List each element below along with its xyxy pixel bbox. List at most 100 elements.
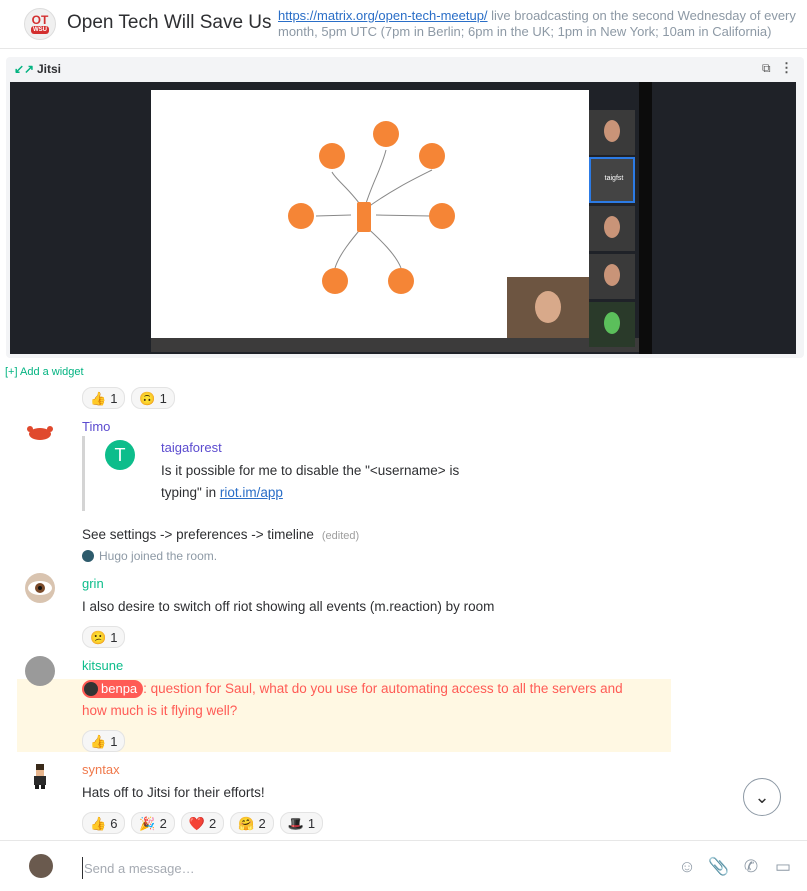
speaker-face [535,291,561,323]
sender-name[interactable]: grin [82,576,104,591]
participant-thumbnail[interactable] [589,302,635,347]
message-input[interactable] [82,857,646,879]
reaction-count: 2 [258,815,266,831]
minimize-icon[interactable]: ↙↗ [14,62,34,76]
message-text: See settings -> preferences -> timeline [82,527,314,542]
reaction-row: 👍 1 🙃 1 [82,387,175,409]
mention-pill[interactable]: benpa [82,680,144,699]
participant-thumbnail[interactable] [589,110,635,155]
video-conference[interactable]: taigfst [10,82,796,354]
participant-thumbnail[interactable] [589,206,635,251]
reaction-upside-down[interactable]: 🙃 1 [131,387,175,409]
message-body: I also desire to switch off riot showing… [82,599,495,614]
reply-quote[interactable]: T taigaforest Is it possible for me to d… [82,436,505,511]
party-popper-emoji: 🎉 [139,815,156,831]
video-edge [639,82,652,354]
room-avatar-ot: OT [31,12,49,27]
own-avatar[interactable] [29,854,53,878]
sender-name[interactable]: kitsune [82,658,123,673]
mention-name: benpa [101,681,138,697]
thumbs-up-emoji: 👍 [90,733,107,749]
room-topic: https://matrix.org/open-tech-meetup/ liv… [278,8,803,40]
presentation-bar [151,338,649,352]
membership-event: Hugo joined the room. [82,549,217,563]
sender-name[interactable]: Timo [82,419,110,434]
add-widget-link[interactable]: [+] Add a widget [5,366,84,378]
crab-icon [27,426,53,440]
participant-face [604,264,620,286]
voice-call-icon[interactable]: ✆ [740,856,762,878]
participant-thumbnails: taigfst [589,110,637,352]
jump-to-bottom-button[interactable]: ⌄ [743,778,781,816]
upside-down-emoji: 🙃 [139,390,156,406]
mention-avatar [84,682,98,697]
reaction-count: 2 [159,815,167,831]
reaction-row: 👍 1 [82,730,126,752]
quote-text: Is it possible for me to disable the "<u… [161,463,460,500]
reaction-thumbsup[interactable]: 👍 6 [82,812,126,834]
grin-avatar[interactable] [25,573,55,603]
participant-thumbnail[interactable] [589,254,635,299]
room-header: OT WSU Open Tech Will Save Us https://ma… [0,0,807,49]
room-name[interactable]: Open Tech Will Save Us [67,12,272,34]
reaction-tophat[interactable]: 🎩 1 [279,812,324,834]
edited-label[interactable]: (edited) [322,530,359,542]
message-body: Hats off to Jitsi for their efforts! [82,785,265,800]
topic-link[interactable]: https://matrix.org/open-tech-meetup/ [278,8,488,23]
reaction-count: 6 [110,815,118,831]
quote-link[interactable]: riot.im/app [220,485,283,500]
kebab-menu-icon[interactable]: ⋮ [780,60,793,76]
reaction-thumbsup[interactable]: 👍 1 [82,387,126,409]
joined-text: Hugo joined the room. [99,549,218,563]
hugo-avatar [82,550,94,562]
participant-face [604,120,620,142]
emoji-icon[interactable]: ☺ [676,856,698,878]
reaction-confused[interactable]: 😕 1 [82,626,126,648]
eye-icon [28,581,52,595]
quote-avatar: T [105,440,135,470]
reaction-row: 😕 1 [82,626,126,648]
quote-body: Is it possible for me to disable the "<u… [161,460,501,504]
thumbs-up-emoji: 👍 [90,815,107,831]
timeline: 👍 1 🙃 1 Timo T taigaforest Is it possible … [0,380,807,840]
reaction-count: 1 [110,390,118,406]
hugging-emoji: 🤗 [238,815,255,831]
kitsune-avatar[interactable] [25,656,55,686]
reaction-count: 1 [110,733,118,749]
quote-sender: taigaforest [161,440,222,455]
chevron-down-icon: ⌄ [754,786,770,807]
reaction-thumbsup[interactable]: 👍 1 [82,730,126,752]
reaction-hug[interactable]: 🤗 2 [230,812,274,834]
reaction-count: 1 [307,815,316,831]
reaction-heart[interactable]: ❤️ 2 [180,812,225,834]
message-body: See settings -> preferences -> timeline (… [82,524,359,547]
reaction-row: 👍 6 🎉 2 ❤️ 2 🤗 2 🎩 1 [82,812,324,834]
participant-face [604,312,620,334]
top-hat-emoji: 🎩 [287,815,304,831]
confused-emoji: 😕 [90,629,107,645]
widget-title: Jitsi [37,62,62,76]
widget-bar: ↙↗ Jitsi ⧉ ⋮ [6,57,804,81]
video-call-icon[interactable]: ▭ [772,856,794,878]
participant-face [604,216,620,238]
pixel-character-icon [34,764,46,789]
attachment-icon[interactable]: 📎 [708,856,730,878]
room-avatar-wsu: WSU [31,25,49,34]
message-body: benpa: question for Saul, what do you us… [82,678,642,722]
message-composer: ☺ 📎 ✆ ▭ [0,840,807,891]
reaction-count: 2 [209,815,217,831]
reaction-count: 1 [159,390,167,406]
message-text: : question for Saul, what do you use for… [82,681,623,718]
participant-name: taigfst [604,175,624,182]
speaker-camera [507,277,589,338]
jitsi-widget: ↙↗ Jitsi ⧉ ⋮ taigfst [6,57,804,358]
room-avatar[interactable]: OT WSU [24,8,56,40]
popout-icon[interactable]: ⧉ [762,61,771,76]
syntax-avatar[interactable] [25,761,55,791]
participant-thumbnail-selected[interactable]: taigfst [589,157,635,203]
sender-name[interactable]: syntax [82,762,120,777]
heart-emoji: ❤️ [188,815,206,831]
timo-avatar[interactable] [25,418,55,448]
thumbs-up-emoji: 👍 [90,390,107,406]
reaction-party[interactable]: 🎉 2 [131,812,175,834]
